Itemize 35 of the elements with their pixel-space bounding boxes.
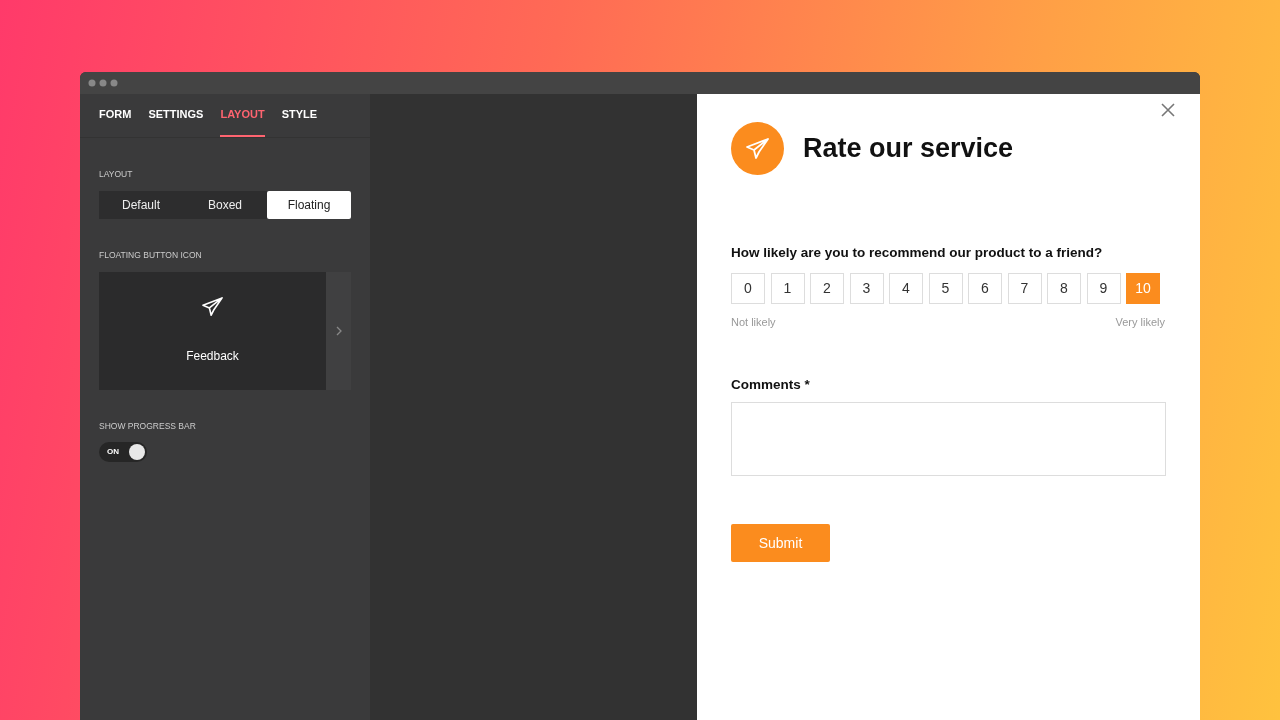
section-label: LAYOUT	[99, 168, 134, 181]
rating-option[interactable]: 1	[770, 273, 805, 305]
rating-option[interactable]: 8	[1047, 273, 1081, 305]
low-label: Not likely	[731, 315, 776, 331]
chevron-right-icon	[335, 325, 342, 336]
rating-option[interactable]: 2	[810, 273, 844, 305]
rating-option[interactable]: 4	[889, 273, 923, 305]
window-controls-icon	[88, 79, 118, 87]
tab[interactable]: STYLE	[281, 94, 318, 137]
paper-plane-logo-icon	[731, 122, 784, 175]
layout-option[interactable]: Boxed	[183, 190, 267, 219]
section-label: SHOW PROGRESS BAR	[99, 419, 197, 433]
high-label: Very likely	[1115, 315, 1165, 331]
rating-option[interactable]: 7	[1007, 273, 1042, 305]
tab[interactable]: FORM	[99, 94, 132, 137]
section-label: FLOATING BUTTON ICON	[99, 248, 203, 262]
icon-caption: Feedback	[186, 347, 239, 365]
close-icon[interactable]	[1161, 103, 1175, 117]
rating-option[interactable]: 0	[731, 273, 765, 305]
form-title: Rate our service	[803, 132, 1014, 166]
rating-option[interactable]: 6	[968, 273, 1002, 305]
rating-option[interactable]: 9	[1086, 273, 1121, 305]
paper-plane-icon	[201, 296, 224, 317]
tab[interactable]: LAYOUT	[220, 94, 265, 137]
question-label: How likely are you to recommend our product to a friend?	[731, 244, 1104, 262]
icon-option-card[interactable]: Feedback	[99, 271, 326, 390]
tab[interactable]: SETTINGS	[148, 94, 204, 137]
comments-field[interactable]	[731, 402, 1166, 476]
layout-option[interactable]: Floating	[267, 190, 351, 219]
rating-option[interactable]: 5	[928, 273, 963, 305]
layout-option[interactable]: Default	[99, 190, 183, 219]
rating-option[interactable]: 3	[849, 273, 884, 305]
progress-bar-toggle[interactable]: ON	[99, 442, 147, 463]
comments-label: Comments *	[731, 375, 811, 394]
next-button[interactable]	[326, 271, 351, 390]
